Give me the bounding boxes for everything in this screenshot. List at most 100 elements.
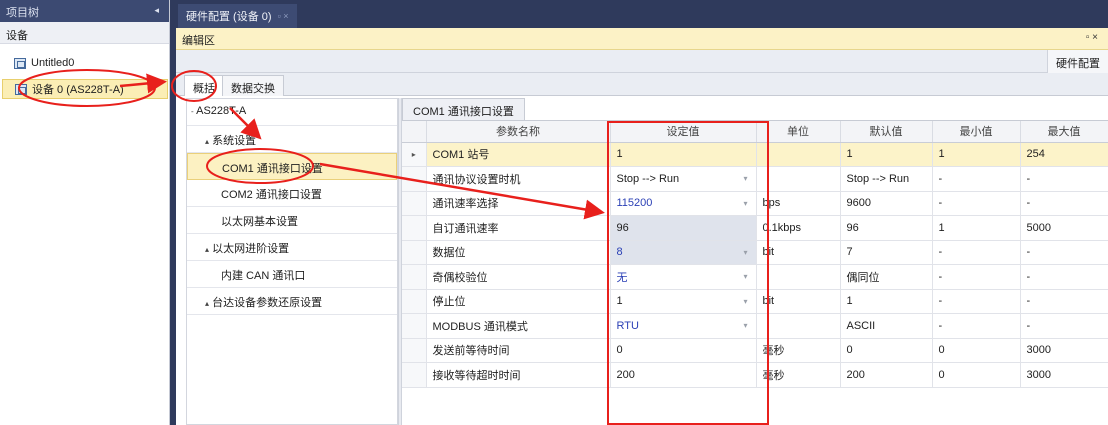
param-name-cell: 通讯协议设置时机 xyxy=(426,166,611,192)
setting-value: 200 xyxy=(616,368,635,381)
param-name-cell: 奇偶校验位 xyxy=(426,264,611,290)
column-header[interactable]: 设定值 xyxy=(610,121,757,143)
column-header[interactable]: 参数名称 xyxy=(426,121,611,143)
tree-node-can[interactable]: 内建 CAN 通讯口 xyxy=(187,261,397,288)
table-row[interactable]: 数据位 8 ▾ bit 7- - xyxy=(402,240,1108,265)
setting-value: 1 xyxy=(616,295,623,308)
close-icon[interactable]: ▫ × xyxy=(1086,32,1098,43)
subtab-bar: 概括 数据交换 xyxy=(176,73,1108,96)
max-cell: - xyxy=(1020,191,1108,216)
expand-icon[interactable]: ▴ xyxy=(205,245,209,254)
tree-node-com1[interactable]: COM1 通讯接口设置 xyxy=(187,153,397,180)
setting-value-cell[interactable]: 1 ▾ xyxy=(610,289,757,314)
max-cell: - xyxy=(1020,313,1108,339)
setting-value-cell[interactable]: 无 ▾ xyxy=(610,264,757,290)
tree-item-device0[interactable]: 设备 0 (AS228T-A) xyxy=(2,79,168,99)
table-row[interactable]: 通讯速率选择 115200 ▾ bps 9600- - xyxy=(402,191,1108,216)
row-selector[interactable] xyxy=(402,166,427,192)
table-row[interactable]: MODBUS 通讯模式 RTU ▾ ASCII - - xyxy=(402,313,1108,339)
setting-value-cell[interactable]: 115200 ▾ xyxy=(610,191,757,216)
chevron-down-icon[interactable]: ▾ xyxy=(743,272,747,281)
column-header[interactable]: 最小值 xyxy=(932,121,1021,143)
param-name-cell: 发送前等待时间 xyxy=(426,338,611,363)
tree-node-label: COM1 通讯接口设置 xyxy=(222,163,323,175)
close-icon[interactable]: ▫ × xyxy=(278,11,289,21)
devices-section-label: 设备 xyxy=(0,22,169,44)
column-header[interactable]: 最大值 xyxy=(1020,121,1108,143)
setting-value-cell[interactable]: 0 xyxy=(610,338,757,363)
setting-value: 无 xyxy=(616,271,628,284)
unit-cell: bit xyxy=(756,289,841,314)
chevron-down-icon[interactable]: ▾ xyxy=(743,199,747,208)
chevron-down-icon[interactable]: ▾ xyxy=(743,174,747,183)
default-cell: 96 xyxy=(840,215,933,241)
chevron-down-icon[interactable]: ▾ xyxy=(743,321,747,330)
column-header[interactable]: 默认值 xyxy=(840,121,933,143)
row-selector[interactable] xyxy=(402,313,427,339)
setting-value-cell[interactable]: 1 xyxy=(610,142,757,167)
table-row[interactable]: 发送前等待时间 0 毫秒 0 0 3000 xyxy=(402,338,1108,363)
table-row[interactable]: 停止位 1 ▾ bit 1- - xyxy=(402,289,1108,314)
setting-value-cell[interactable]: RTU ▾ xyxy=(610,313,757,339)
pin-icon[interactable]: ◂ xyxy=(154,5,159,16)
table-row[interactable]: 通讯协议设置时机 Stop --> Run ▾ Stop --> Run - - xyxy=(402,166,1108,192)
row-selector[interactable] xyxy=(402,191,427,216)
max-cell: 254 xyxy=(1020,142,1108,167)
tree-node-as228t[interactable]: - AS228T-A xyxy=(187,99,397,126)
collapse-icon[interactable]: - xyxy=(191,107,194,116)
default-cell: 7 xyxy=(840,240,933,265)
row-selector[interactable]: ▸ xyxy=(402,142,427,167)
row-selector[interactable] xyxy=(402,338,427,363)
expand-icon[interactable]: ▴ xyxy=(205,137,209,146)
table-row[interactable]: 接收等待超时时间 200 毫秒 200 0 3000 xyxy=(402,362,1108,388)
tree-node-system-settings[interactable]: ▴ 系统设置 xyxy=(187,126,397,153)
unit-cell xyxy=(756,166,841,192)
setting-value-cell[interactable]: 8 ▾ xyxy=(610,240,757,265)
tab-overview[interactable]: 概括 xyxy=(184,75,224,96)
default-cell: 1 xyxy=(840,142,933,167)
project-tree-panel: 项目树 ◂ 设备 Untitled0 设备 0 (AS228T-A) xyxy=(0,0,170,425)
setting-value-cell[interactable]: 96 xyxy=(610,215,757,241)
tree-node-com2[interactable]: COM2 通讯接口设置 xyxy=(187,180,397,207)
default-cell: Stop --> Run xyxy=(840,166,933,192)
param-name-cell: 数据位 xyxy=(426,240,611,265)
column-header[interactable]: 单位 xyxy=(756,121,841,143)
tab-data-exchange[interactable]: 数据交换 xyxy=(222,75,284,96)
table-row[interactable]: 自订通讯速率 96 0.1kbps 96 1 5000 xyxy=(402,215,1108,241)
min-cell: 1 xyxy=(932,142,1021,167)
parameter-grid: 参数名称 设定值 单位 默认值 最小值 最大值 ▸ COM1 站号 1 1 1 254 通讯… xyxy=(402,120,1108,425)
row-selector[interactable] xyxy=(402,289,427,314)
unit-cell: 毫秒 xyxy=(756,338,841,363)
expand-icon[interactable]: ▴ xyxy=(205,299,209,308)
tree-item-untitled[interactable]: Untitled0 xyxy=(14,53,74,73)
param-name-cell: COM1 站号 xyxy=(426,142,611,167)
tree-node-label: 台达设备参数还原设置 xyxy=(212,297,323,309)
row-selector[interactable] xyxy=(402,362,427,388)
tab-hardware-config-label: 硬件配置 (设备 0) xyxy=(186,11,272,23)
unit-cell: bps xyxy=(756,191,841,216)
row-selector[interactable] xyxy=(402,215,427,241)
row-selector[interactable] xyxy=(402,264,427,290)
setting-value: 8 xyxy=(616,246,623,259)
project-icon xyxy=(14,57,26,69)
tab-hardware-config-view[interactable]: 硬件配置 xyxy=(1047,50,1108,73)
project-tree-title: 项目树 ◂ xyxy=(0,0,169,22)
tree-node-ethernet-basic[interactable]: 以太网基本设置 xyxy=(187,207,397,234)
tab-com1-settings[interactable]: COM1 通讯接口设置 xyxy=(402,98,525,120)
table-row[interactable]: 奇偶校验位无 ▾ 偶同位 - - xyxy=(402,264,1108,290)
tree-node-label: 内建 CAN 通讯口 xyxy=(221,270,306,282)
tree-node-ethernet-advanced[interactable]: ▴ 以太网进阶设置 xyxy=(187,234,397,261)
setting-value-cell[interactable]: 200 xyxy=(610,362,757,388)
chevron-down-icon[interactable]: ▾ xyxy=(743,297,747,306)
row-selector[interactable] xyxy=(402,240,427,265)
max-cell: - xyxy=(1020,240,1108,265)
tree-node-restore[interactable]: ▴ 台达设备参数还原设置 xyxy=(187,288,397,315)
default-cell: ASCII xyxy=(840,313,933,339)
min-cell: - xyxy=(932,289,1021,314)
tab-hardware-config[interactable]: 硬件配置 (设备 0) ▫ × xyxy=(178,4,297,28)
grid-header-row: 参数名称 设定值 单位 默认值 最小值 最大值 xyxy=(402,121,1108,143)
table-row[interactable]: ▸ COM1 站号 1 1 1 254 xyxy=(402,142,1108,167)
chevron-down-icon[interactable]: ▾ xyxy=(743,248,747,257)
default-cell: 偶同位 xyxy=(840,264,933,290)
setting-value-cell[interactable]: Stop --> Run ▾ xyxy=(610,166,757,192)
